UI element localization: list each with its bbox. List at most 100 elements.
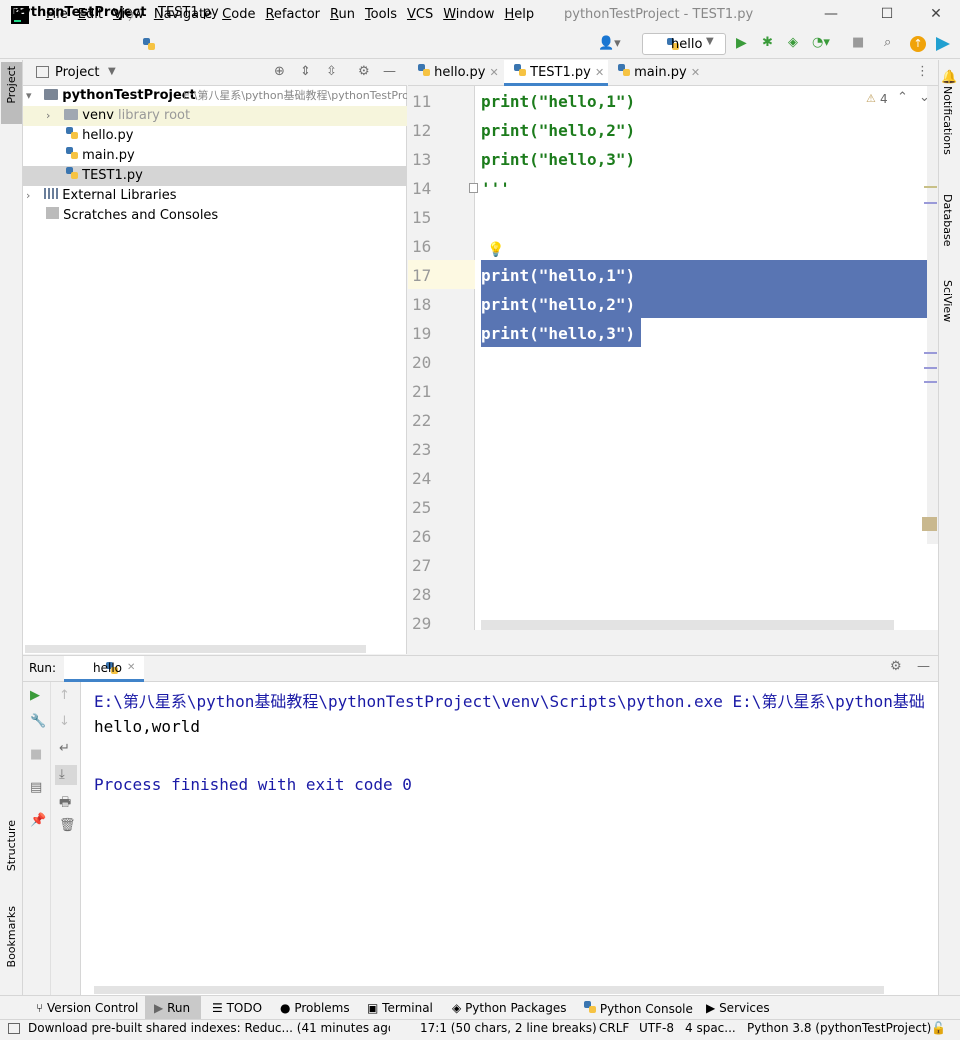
stop-icon[interactable]: ■ [852,35,864,50]
file-name: TEST1.py [82,168,143,183]
line-number: 25 [412,498,432,517]
project-view-title[interactable]: Project [55,65,99,80]
caret-position[interactable]: 17:1 (50 chars, 2 line breaks) [420,1021,597,1035]
tab-hello[interactable]: hello.py ✕ [408,60,504,86]
previous-highlight-icon[interactable]: ⌃ [897,90,908,105]
editor-horizontal-scrollbar[interactable] [481,620,894,630]
down-arrow-icon[interactable]: ↓ [59,714,70,729]
structure-tool-label[interactable]: Structure [5,820,18,871]
chevron-down-icon[interactable]: ▾ [26,86,40,106]
settings-gear-icon[interactable]: ⚙ [358,64,370,79]
console-output-line: hello,world [94,717,200,736]
minimize-icon[interactable]: — [821,6,841,24]
modify-config-icon[interactable]: 🔧 [30,714,46,729]
breadcrumb-file[interactable]: TEST1.py [158,5,219,20]
chevron-down-icon[interactable]: ▼ [706,36,714,47]
tool-label: Terminal [382,1001,433,1015]
tool-problems[interactable]: ● Problems [280,1001,350,1015]
hide-panel-icon[interactable]: — [383,64,396,79]
locate-icon[interactable]: ⊕ [274,64,285,79]
menu-code[interactable]: Code [222,7,255,22]
lock-icon[interactable]: 🔓 [931,1021,946,1035]
file-name: main.py [82,148,135,163]
file-encoding[interactable]: UTF-8 [639,1021,674,1035]
tab-test1[interactable]: TEST1.py ✕ [504,60,608,86]
version-control-icon: ⑂ [36,1001,44,1015]
close-tab-icon[interactable]: ✕ [127,662,135,673]
update-icon[interactable]: ↑ [910,36,926,52]
menu-window[interactable]: Window [443,7,494,22]
notifications-tool-label[interactable]: Notifications [941,86,954,155]
tab-main[interactable]: main.py ✕ [608,60,704,86]
fold-marker-icon[interactable] [469,183,478,193]
search-icon[interactable]: ⌕ [884,35,891,50]
tool-todo[interactable]: ☰ TODO [212,1001,262,1015]
coverage-icon[interactable]: ◈ [788,35,798,50]
collapse-all-icon[interactable]: ⇳ [326,64,337,79]
rerun-icon[interactable]: ▶ [30,688,40,703]
hide-panel-icon[interactable]: — [917,659,930,674]
close-tab-icon[interactable]: ✕ [691,66,700,79]
profile-icon[interactable]: ◔▾ [812,35,830,50]
user-icon[interactable]: 👤▾ [598,36,621,51]
tool-terminal[interactable]: ▣ Terminal [367,1001,433,1015]
tree-scratches[interactable]: Scratches and Consoles [46,206,218,226]
tree-venv[interactable]: › venv library root [46,106,190,126]
editor-vertical-scrollbar[interactable] [927,86,938,544]
python-interpreter[interactable]: Python 3.8 (pythonTestProject) [747,1021,931,1035]
tree-root[interactable]: ▾ pythonTestProject [26,86,196,106]
indent-setting[interactable]: 4 spac... [685,1021,736,1035]
warnings-count[interactable]: 4 [880,92,888,106]
tree-file-main[interactable]: main.py [66,146,135,166]
maximize-icon[interactable]: ☐ [877,6,897,24]
soft-wrap-icon[interactable]: ↵ [59,741,70,756]
pin-icon[interactable]: 📌 [30,813,46,828]
sciview-tool-label[interactable]: SciView [941,280,954,322]
tab-menu-icon[interactable]: ⋮ [916,64,929,79]
tool-version-control[interactable]: ⑂ Version Control [36,1001,138,1015]
tree-file-test1[interactable]: TEST1.py [66,166,143,186]
python-file-icon [66,127,78,139]
stop-icon[interactable]: ■ [30,747,42,762]
close-tab-icon[interactable]: ✕ [490,66,499,79]
close-tab-icon[interactable]: ✕ [595,66,604,79]
chevron-right-icon[interactable]: › [46,106,60,126]
menu-tools[interactable]: Tools [365,7,397,22]
tool-run[interactable]: ▶ Run [154,1001,190,1015]
run-console[interactable] [81,682,938,995]
menu-refactor[interactable]: Refactor [265,7,320,22]
tab-label: TEST1.py [530,65,591,80]
scratches-icon [46,207,59,219]
menu-help[interactable]: Help [505,7,535,22]
database-tool-label[interactable]: Database [941,194,954,247]
up-arrow-icon[interactable]: ↑ [59,688,70,703]
close-window-icon[interactable]: ✕ [926,6,946,24]
bookmarks-tool-label[interactable]: Bookmarks [5,906,18,967]
tree-file-hello[interactable]: hello.py [66,126,133,146]
tool-windows-icon[interactable] [8,1023,20,1034]
chevron-down-icon[interactable]: ▼ [108,66,116,77]
trash-icon[interactable]: 🗑 [59,818,76,833]
menu-vcs[interactable]: VCS [407,7,433,22]
expand-all-icon[interactable]: ⇕ [300,64,311,79]
warning-icon[interactable]: ⚠ [866,92,876,105]
code-line-11: print("hello,1") [481,92,636,111]
notifications-bell-icon[interactable]: 🔔 [941,70,957,85]
tool-python-packages[interactable]: ◈ Python Packages [452,1001,566,1015]
print-icon[interactable]: 🖶 [59,793,71,815]
debug-icon[interactable]: ✱ [762,35,773,50]
line-separator[interactable]: CRLF [599,1021,629,1035]
chevron-right-icon[interactable]: › [26,186,40,206]
menu-run[interactable]: Run [330,7,355,22]
tree-external-libraries[interactable]: › External Libraries [26,186,177,206]
tool-python-console[interactable]: Python Console [584,1001,693,1016]
intention-bulb-icon[interactable]: 💡 [487,242,504,258]
tool-services[interactable]: ▶ Services [706,1001,770,1015]
run-icon[interactable]: ▶ [736,35,747,51]
console-horizontal-scrollbar[interactable] [94,986,884,994]
settings-gear-icon[interactable]: ⚙ [890,659,902,674]
status-message[interactable]: Download pre-built shared indexes: Reduc… [28,1021,390,1035]
breadcrumb-project[interactable]: pythonTestProject [13,5,146,20]
layout-icon[interactable]: ▤ [30,780,42,795]
project-horizontal-scrollbar[interactable] [25,645,366,653]
